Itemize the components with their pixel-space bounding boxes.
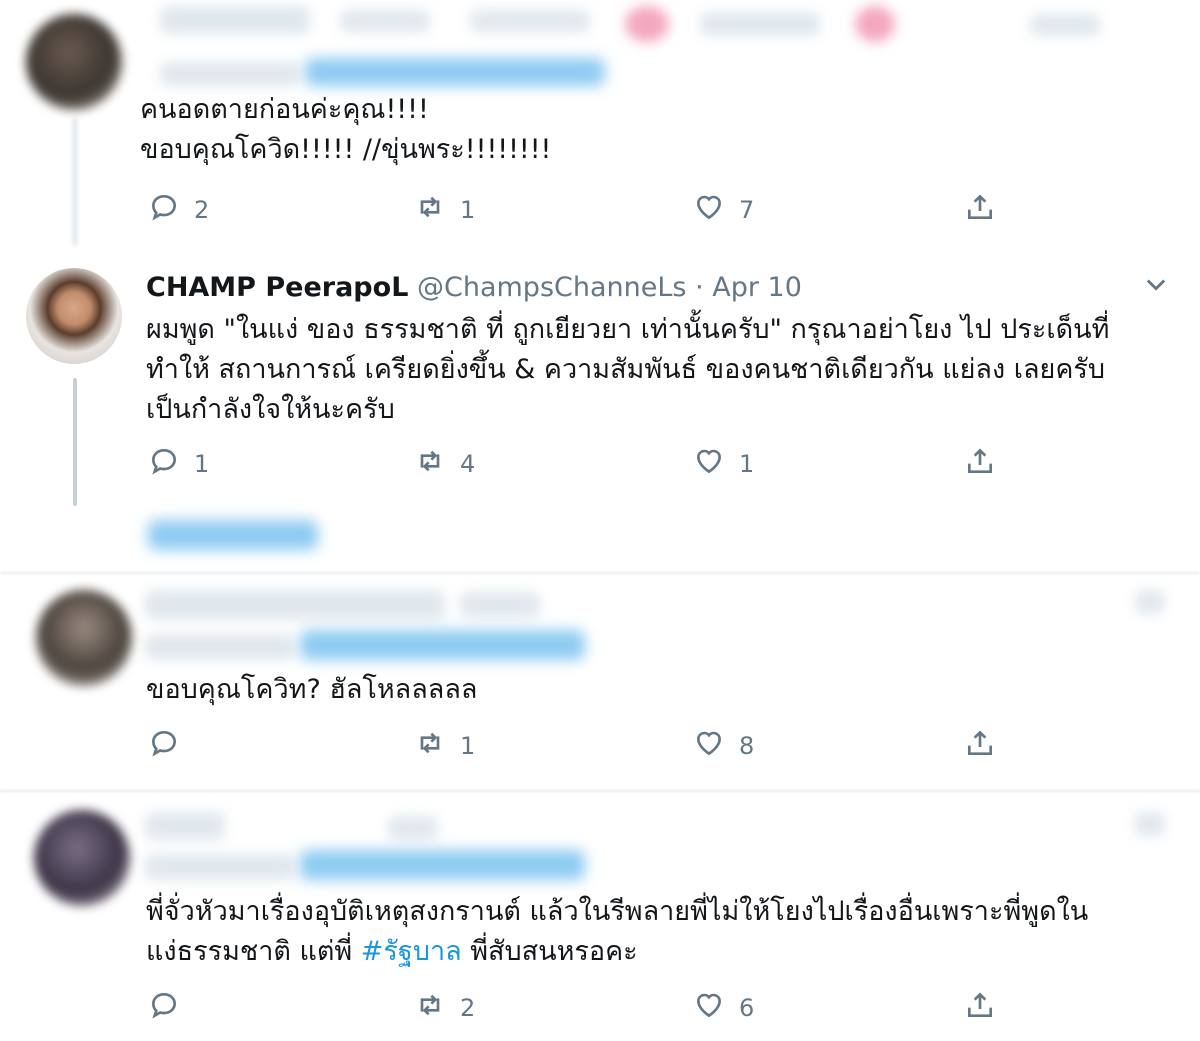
tweet-text-segment: แง่ธรรมชาติ แต่พี่ (146, 936, 361, 967)
retweet-icon (414, 727, 446, 765)
like-button[interactable]: 8 (693, 726, 754, 766)
thread-line (73, 118, 77, 246)
share-icon (964, 727, 996, 765)
reply-button[interactable]: 2 (148, 190, 209, 230)
reply-icon (148, 989, 180, 1027)
retweet-count: 1 (460, 196, 476, 224)
hashtag-link[interactable]: #รัฐบาล (361, 936, 462, 967)
user-handle[interactable]: @ChampsChanneLs (417, 272, 686, 303)
reply-button[interactable] (148, 988, 194, 1028)
reply-button[interactable] (148, 726, 194, 766)
heart-icon (693, 445, 725, 483)
reply-count: 1 (194, 450, 210, 478)
retweet-button[interactable]: 1 (414, 726, 475, 766)
share-icon (964, 445, 996, 483)
avatar[interactable] (34, 810, 130, 906)
retweet-icon (414, 191, 446, 229)
share-button[interactable] (964, 444, 996, 484)
avatar[interactable] (26, 14, 122, 110)
tweet-text: ผมพูด "ในแง่ ของ ธรรมชาติ ที่ ถูกเยียวยา… (146, 314, 1110, 425)
retweet-button[interactable]: 2 (414, 988, 475, 1028)
share-button[interactable] (964, 726, 996, 766)
reply-button[interactable]: 1 (148, 444, 209, 484)
tweet-actions: 1 8 (148, 726, 1198, 766)
retweet-button[interactable]: 1 (414, 190, 475, 230)
avatar[interactable] (26, 268, 122, 364)
retweet-count: 2 (460, 994, 476, 1022)
heart-icon (693, 191, 725, 229)
like-count: 7 (739, 196, 755, 224)
heart-icon (693, 989, 725, 1027)
like-button[interactable]: 7 (693, 190, 754, 230)
divider (0, 790, 1200, 792)
divider (0, 572, 1200, 574)
reply-icon (148, 445, 180, 483)
separator-dot: · (695, 272, 704, 303)
chevron-down-icon (1142, 279, 1170, 302)
thread-line (73, 378, 77, 506)
like-count: 6 (739, 994, 755, 1022)
tweet-text: คนอดตายก่อนค่ะคุณ!!!! ขอบคุณโควิด!!!!! /… (140, 94, 552, 165)
share-icon (964, 191, 996, 229)
like-button[interactable]: 6 (693, 988, 754, 1028)
heart-icon (693, 727, 725, 765)
share-button[interactable] (964, 190, 996, 230)
retweet-icon (414, 445, 446, 483)
tweet-actions: 2 1 7 (148, 190, 1198, 230)
reply-icon (148, 727, 180, 765)
reply-count: 2 (194, 196, 210, 224)
tweet-header: CHAMP PeerapoL @ChampsChanneLs · Apr 10 (146, 272, 802, 303)
display-name[interactable]: CHAMP PeerapoL (146, 272, 408, 303)
tweet-text: พี่จั่วหัวมาเรื่องอุบัติเหตุสงกรานต์ แล้… (146, 896, 1089, 967)
retweet-button[interactable]: 4 (414, 444, 475, 484)
retweet-count: 1 (460, 732, 476, 760)
retweet-count: 4 (460, 450, 476, 478)
share-button[interactable] (964, 988, 996, 1028)
share-icon (964, 989, 996, 1027)
tweet-text-segment: พี่สับสนหรอคะ (461, 936, 638, 967)
tweet-actions: 2 6 (148, 988, 1198, 1028)
like-count: 1 (739, 450, 755, 478)
show-thread-link[interactable] (148, 520, 318, 550)
avatar[interactable] (36, 590, 132, 686)
tweet-text: ขอบคุณโควิท? ฮัลโหลลลลล (146, 674, 478, 705)
reply-icon (148, 191, 180, 229)
like-button[interactable]: 1 (693, 444, 754, 484)
tweet-actions: 1 4 1 (148, 444, 1198, 484)
retweet-icon (414, 989, 446, 1027)
tweet-date[interactable]: Apr 10 (712, 272, 802, 303)
like-count: 8 (739, 732, 755, 760)
more-button[interactable] (1142, 270, 1170, 298)
